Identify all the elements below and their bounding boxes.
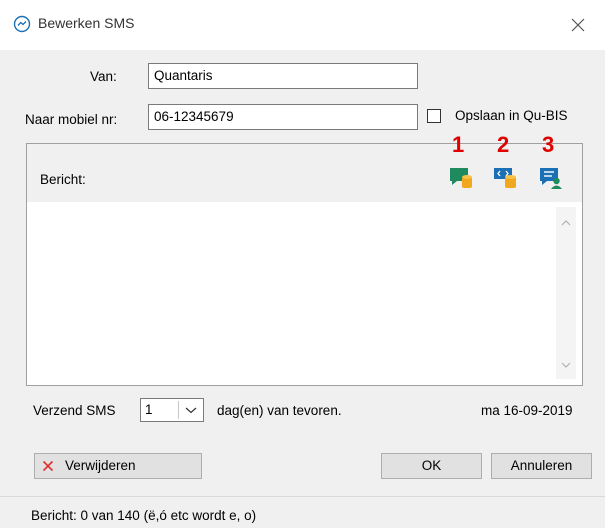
annotation-number-3: 3 [542, 132, 555, 157]
mobile-number-field[interactable]: 06-12345679 [148, 104, 418, 130]
message-textarea[interactable] [27, 202, 582, 385]
save-checkbox[interactable] [427, 109, 441, 123]
annotation-number-2: 2 [497, 132, 510, 157]
to-label: Naar mobiel nr: [25, 112, 118, 127]
scroll-up-icon[interactable] [561, 219, 571, 227]
window-title: Bewerken SMS [38, 15, 135, 31]
from-label: Van: [90, 69, 117, 84]
days-suffix-label: dag(en) van tevoren. [217, 403, 342, 418]
chevron-down-icon[interactable] [185, 406, 197, 414]
ok-button[interactable]: OK [381, 453, 482, 479]
cancel-button[interactable]: Annuleren [491, 453, 592, 479]
message-label: Bericht: [40, 172, 86, 187]
days-select-value: 1 [145, 402, 153, 417]
messenger-icon [13, 15, 31, 33]
close-icon[interactable] [565, 12, 591, 38]
message-scrollbar[interactable] [556, 207, 576, 379]
delete-button-label: Verwijderen [65, 458, 136, 473]
from-field[interactable]: Quantaris [148, 63, 418, 89]
delete-x-icon [42, 460, 54, 472]
annotation-number-1: 1 [452, 132, 465, 157]
message-user-icon[interactable] [538, 166, 564, 190]
days-select-divider [178, 401, 179, 419]
save-checkbox-label: Opslaan in Qu-BIS [455, 108, 568, 123]
send-sms-label: Verzend SMS [33, 403, 116, 418]
send-date: ma 16-09-2019 [481, 403, 573, 418]
status-text: Bericht: 0 van 140 (ë,ó etc wordt e, o) [31, 508, 257, 523]
message-database-icon[interactable] [448, 166, 474, 190]
scroll-down-icon[interactable] [561, 361, 571, 369]
code-database-icon[interactable] [492, 166, 518, 190]
